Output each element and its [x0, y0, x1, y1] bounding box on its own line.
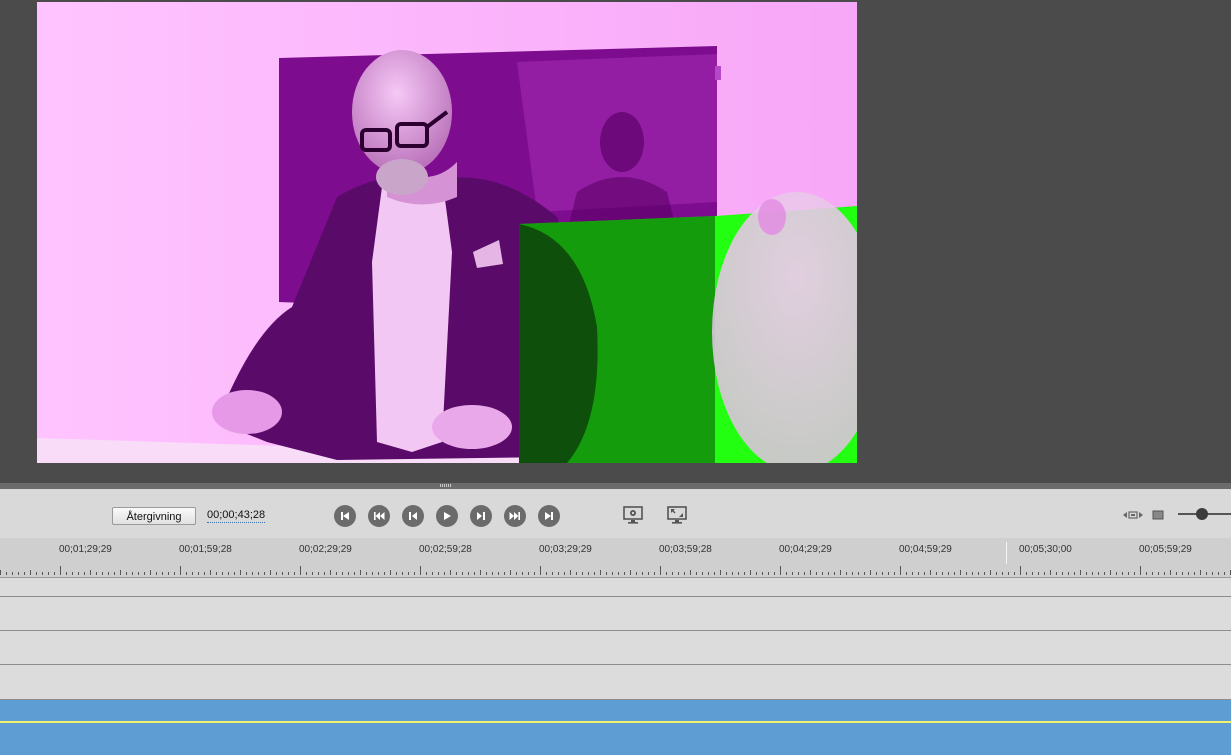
go-to-start-button[interactable]: [334, 505, 356, 527]
next-edit-button[interactable]: [504, 505, 526, 527]
go-to-start-icon: [341, 512, 349, 520]
audio-clip[interactable]: [0, 700, 1231, 755]
video-preview[interactable]: [37, 2, 857, 463]
video-frame-image: [37, 2, 857, 463]
ruler-label: 00;01;59;28: [179, 544, 232, 555]
step-forward-icon: [477, 512, 485, 520]
video-track-2[interactable]: [0, 597, 1231, 631]
step-forward-button[interactable]: [470, 505, 492, 527]
ruler-label: 00;04;59;29: [899, 544, 952, 555]
go-to-end-icon: [545, 512, 553, 520]
play-button[interactable]: [436, 505, 458, 527]
monitor-settings-button[interactable]: [620, 504, 646, 526]
video-track-4[interactable]: [0, 665, 1231, 700]
ruler-label: 00;01;29;29: [59, 544, 112, 555]
zoom-slider-thumb[interactable]: [1196, 508, 1208, 520]
ruler-label: 00;03;59;28: [659, 544, 712, 555]
step-back-icon: [409, 512, 417, 520]
video-track-3[interactable]: [0, 631, 1231, 665]
ruler-label: 00;05;30;00: [1019, 544, 1072, 555]
video-track-1[interactable]: [0, 578, 1231, 597]
ruler-label: 00;02;29;29: [299, 544, 352, 555]
go-to-end-button[interactable]: [538, 505, 560, 527]
ruler-label: 00;04;29;29: [779, 544, 832, 555]
ruler-label: 00;03;29;29: [539, 544, 592, 555]
previous-edit-button[interactable]: [368, 505, 390, 527]
step-back-button[interactable]: [402, 505, 424, 527]
monitor-panel: [0, 0, 1231, 483]
timeline-ruler[interactable]: 00;01;29;29 00;01;59;28 00;02;29;29 00;0…: [0, 538, 1231, 578]
fullscreen-button[interactable]: [664, 504, 690, 526]
ruler-label: 00;05;59;29: [1139, 544, 1192, 555]
ruler-label: 00;02;59;28: [419, 544, 472, 555]
fast-forward-icon: [509, 512, 520, 520]
current-timecode[interactable]: 00;00;43;28: [207, 509, 266, 523]
rewind-icon: [374, 512, 385, 520]
ruler-ticks: [0, 566, 1231, 575]
render-button[interactable]: Återgivning: [112, 507, 196, 525]
zoom-out-icon[interactable]: [1123, 510, 1143, 520]
monitor-expand-icon: [667, 506, 687, 524]
play-icon: [444, 512, 451, 520]
audio-volume-line[interactable]: [0, 721, 1231, 723]
transport-bar: Återgivning 00;00;43;28: [0, 489, 1231, 538]
monitor-gear-icon: [623, 506, 643, 524]
splitter-grip-icon[interactable]: [440, 484, 452, 487]
zoom-in-icon[interactable]: [1151, 510, 1165, 520]
playhead-marker[interactable]: [1006, 542, 1007, 564]
